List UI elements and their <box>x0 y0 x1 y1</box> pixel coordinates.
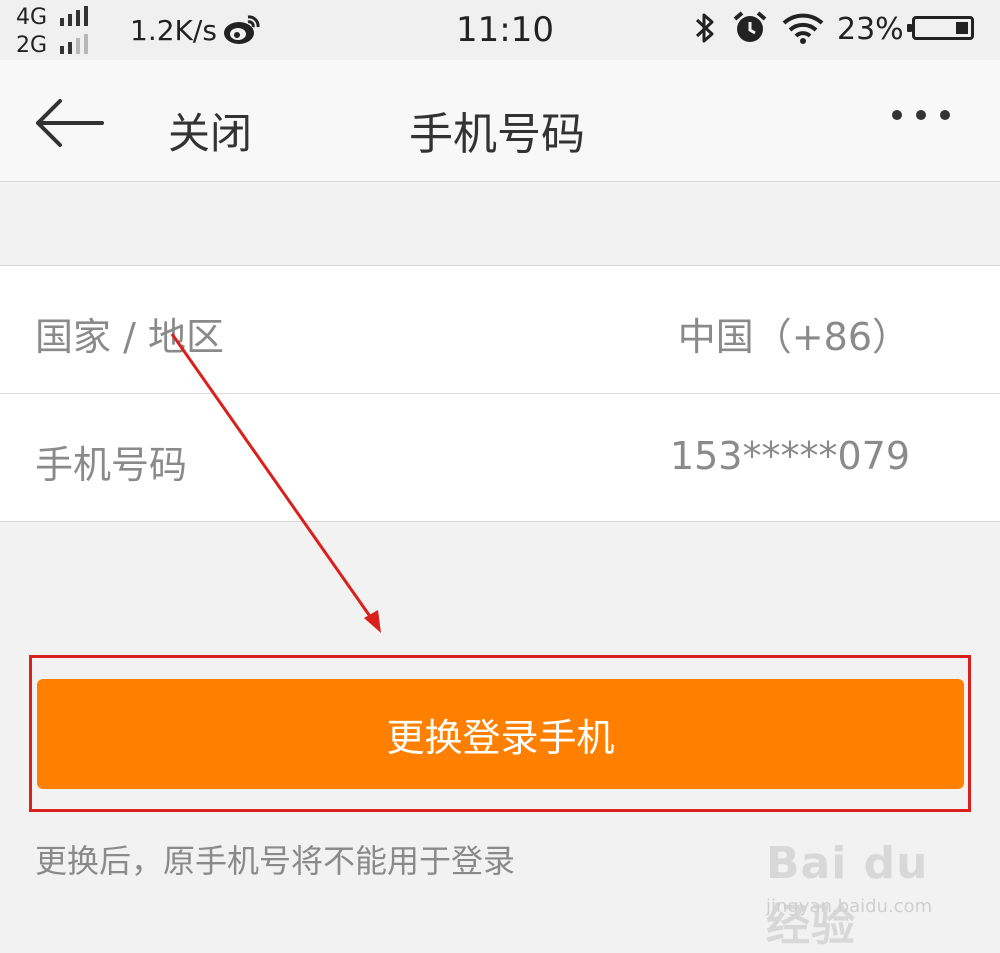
weibo-icon <box>222 12 262 50</box>
signal-4g-icon <box>60 6 88 26</box>
network-2g-label: 2G <box>16 33 48 58</box>
alarm-icon <box>732 10 768 50</box>
close-button[interactable]: 关闭 <box>168 100 252 161</box>
back-arrow-icon[interactable] <box>34 98 104 152</box>
status-bar: 4G 2G 1.2K/s 11:10 23% <box>0 0 1000 60</box>
country-region-value: 中国（+86） <box>677 315 910 359</box>
battery-percent: 23% <box>837 12 904 47</box>
change-login-phone-button[interactable]: 更换登录手机 <box>37 679 964 789</box>
network-speed: 1.2K/s <box>130 14 217 47</box>
country-region-row[interactable]: 国家 / 地区 中国（+86） <box>0 266 1000 394</box>
more-dots-icon[interactable] <box>892 110 950 120</box>
clock: 11:10 <box>456 10 554 50</box>
signal-2g-icon <box>60 34 88 54</box>
phone-info-group: 国家 / 地区 中国（+86） 手机号码 153*****079 <box>0 265 1000 522</box>
change-hint-text: 更换后，原手机号将不能用于登录 <box>35 842 516 880</box>
country-region-label: 国家 / 地区 <box>35 315 224 359</box>
baidu-jingyan-watermark: Bai du 经验 jingyan.baidu.com <box>766 838 986 951</box>
phone-number-label: 手机号码 <box>35 443 188 487</box>
phone-number-value: 153*****079 <box>669 434 910 478</box>
nav-bar: 关闭 手机号码 <box>0 60 1000 182</box>
bluetooth-icon <box>692 10 718 50</box>
phone-number-row: 手机号码 153*****079 <box>0 394 1000 521</box>
watermark-url: jingyan.baidu.com <box>766 896 933 917</box>
page-title: 手机号码 <box>409 109 585 160</box>
wifi-icon <box>782 12 824 48</box>
network-4g-label: 4G <box>16 5 48 30</box>
battery-icon <box>907 16 974 40</box>
